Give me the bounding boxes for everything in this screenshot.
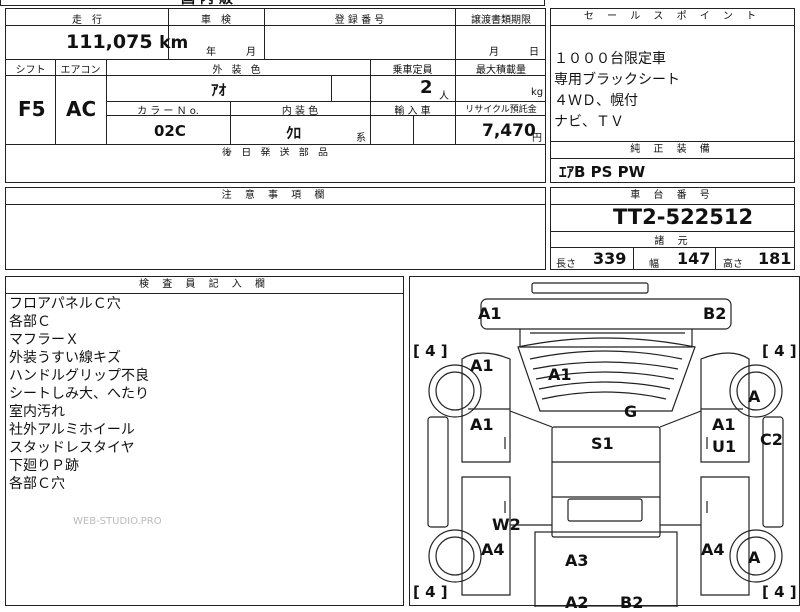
inspector-label: 検 査 員 記 入 欄 — [6, 277, 403, 294]
notes-label: 注 意 事 項 欄 — [6, 188, 545, 205]
inspector-line: 各部Ｃ — [9, 314, 51, 330]
inspection-label: 車 検 — [201, 15, 231, 26]
inspection-month-unit: 月 — [246, 47, 256, 58]
inspector-line: 社外アルミホイール — [9, 422, 135, 438]
shift-label: シフト — [15, 65, 46, 76]
sales-point-line: ４ＷＤ、幌付 — [554, 93, 638, 109]
damage-mark: A1 — [548, 365, 572, 384]
tire-mark-front-right: [ 4 ] — [762, 342, 797, 360]
mileage-label: 走 行 — [72, 15, 102, 26]
damage-mark: A2 — [565, 593, 589, 612]
width-label: 幅 — [649, 259, 659, 270]
max-load-label: 最大積載量 — [476, 65, 526, 76]
damage-mark: A1 — [470, 356, 494, 375]
inspector-line: マフラーＸ — [9, 332, 79, 348]
max-load-unit: kg — [531, 87, 544, 98]
sales-point-label: セ ー ル ス ポ イ ン ト — [551, 9, 794, 26]
recycle-label: リサイクル預託金 — [465, 105, 537, 115]
mileage-unit: km — [159, 33, 189, 53]
height-value: 181 — [758, 249, 792, 268]
damage-mark: B2 — [703, 304, 727, 323]
color-no-label: カ ラ ー Ｎ o. — [137, 106, 199, 117]
registration-label: 登 録 番 号 — [334, 15, 385, 26]
tire-mark-rear-left: [ 4 ] — [413, 583, 448, 601]
shift-value: F5 — [18, 97, 46, 121]
damage-mark: W2 — [492, 515, 521, 534]
inspector-line: 室内汚れ — [9, 404, 65, 420]
car-diagram-box: [ 4 ] [ 4 ] [ 4 ] [ 4 ] A1 B2 A1 A1 A G … — [409, 276, 800, 612]
damage-mark: A4 — [701, 540, 725, 559]
inspector-line: シートしみ大、へたり — [9, 386, 149, 402]
damage-mark: A1 — [712, 415, 736, 434]
sales-point-line: 専用ブラックシート — [554, 72, 680, 88]
length-value: 339 — [593, 249, 627, 268]
capacity-value: 2 — [420, 77, 433, 98]
damage-mark: A1 — [470, 415, 494, 434]
recycle-value: 7,470 — [482, 121, 536, 141]
transfer-day-unit: 日 — [529, 47, 539, 58]
inspector-line: 各部Ｃ穴 — [9, 476, 65, 492]
import-label: 輸 入 車 — [394, 106, 431, 117]
inspector-lines: フロアパネルＣ穴 各部Ｃ マフラーＸ 外装うすい線キズ ハンドルグリップ不良 シ… — [9, 295, 149, 493]
height-label: 高さ — [723, 259, 743, 270]
damage-mark: B2 — [620, 593, 644, 612]
interior-color-value: ｸﾛ — [286, 124, 302, 142]
damage-mark: A3 — [565, 551, 589, 570]
damage-mark: A1 — [478, 304, 502, 323]
mileage-number: 111,075 — [66, 31, 153, 53]
inspection-year-unit: 年 — [206, 47, 216, 58]
transfer-label: 譲渡書類期限 — [471, 15, 531, 26]
vehicle-info-table: 走 行 車 検 登 録 番 号 譲渡書類期限 111,075 km 年 月 月 … — [5, 8, 546, 159]
sales-point-box: セ ー ル ス ポ イ ン ト １０００台限定車 専用ブラックシート ４ＷＤ、幌… — [550, 8, 795, 142]
inspector-line: フロアパネルＣ穴 — [9, 296, 121, 312]
sales-point-line: ナビ、ＴＶ — [554, 114, 624, 130]
top-cut-strip: 国 内 販 — [0, 0, 545, 8]
aircon-label: エアコン — [60, 65, 101, 76]
equipment-value: ｴｱB PS PW — [559, 163, 646, 181]
equipment-box: 純 正 装 備 ｴｱB PS PW — [550, 141, 795, 183]
exterior-color-value: ｱｵ — [211, 81, 227, 99]
damage-mark: A — [748, 387, 761, 406]
sales-point-line: １０００台限定車 — [554, 51, 666, 67]
damage-mark: S1 — [591, 434, 614, 453]
specs-label: 諸 元 — [654, 236, 693, 247]
chassis-number: TT2-522512 — [613, 205, 754, 229]
damage-mark: A — [748, 548, 761, 567]
interior-color-suffix: 系 — [356, 133, 366, 144]
damage-mark: A4 — [481, 540, 505, 559]
inspector-line: 下廻りＰ跡 — [9, 458, 79, 474]
exterior-color-label: 外 装 色 — [212, 65, 264, 76]
chassis-box: 車 台 番 号 TT2-522512 諸 元 長さ 339 幅 147 高さ 1… — [550, 187, 795, 270]
tire-mark-front-left: [ 4 ] — [413, 342, 448, 360]
inspector-line: ハンドルグリップ不良 — [9, 368, 149, 384]
inspector-box: 検 査 員 記 入 欄 フロアパネルＣ穴 各部Ｃ マフラーＸ 外装うすい線キズ … — [5, 276, 404, 606]
length-label: 長さ — [556, 259, 576, 270]
width-value: 147 — [677, 249, 711, 268]
damage-mark: C2 — [760, 430, 783, 449]
mileage-value: 111,075 km — [66, 31, 188, 53]
tire-rear-left — [428, 529, 482, 583]
watermark: WEB-STUDIO.PRO — [73, 516, 162, 527]
aircon-value: AC — [66, 97, 97, 121]
capacity-unit: 人 — [439, 91, 449, 102]
damage-mark: U1 — [712, 437, 737, 456]
notes-box: 注 意 事 項 欄 — [5, 187, 546, 270]
equipment-label: 純 正 装 備 — [551, 142, 794, 159]
inspector-line: 外装うすい線キズ — [9, 350, 121, 366]
inspector-line: スタッドレスタイヤ — [9, 440, 135, 456]
interior-color-label: 内 装 色 — [281, 106, 319, 117]
transfer-month-unit: 月 — [489, 47, 499, 58]
chassis-label: 車 台 番 号 — [551, 188, 794, 205]
damage-mark: G — [624, 402, 638, 421]
capacity-label: 乗車定員 — [392, 65, 433, 76]
recycle-unit: 円 — [532, 133, 542, 144]
tire-mark-rear-right: [ 4 ] — [762, 583, 797, 601]
sales-point-lines: １０００台限定車 専用ブラックシート ４ＷＤ、幌付 ナビ、ＴＶ — [554, 49, 680, 133]
top-cut-text: 国 内 販 — [181, 0, 233, 8]
color-no-value: 02C — [154, 122, 186, 140]
later-parts-area — [5, 156, 546, 183]
